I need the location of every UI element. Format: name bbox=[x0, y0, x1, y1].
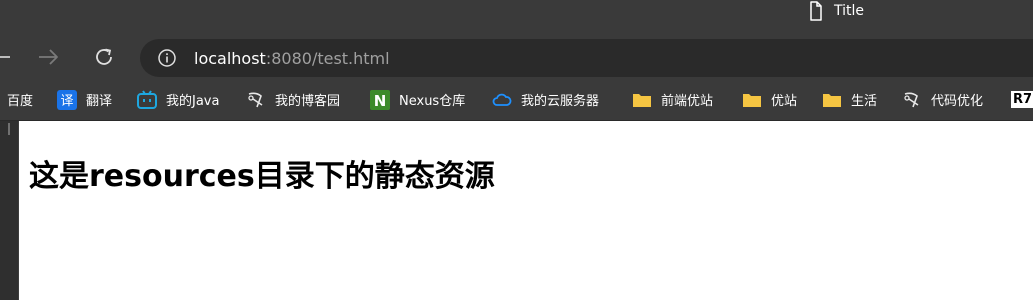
bookmark-code-optimize[interactable]: 代码优化 bbox=[902, 79, 983, 120]
bookmark-folder-sites[interactable]: 优站 bbox=[742, 79, 797, 120]
bookmark-r7[interactable]: R7 bbox=[1011, 79, 1033, 120]
bookmark-my-blog[interactable]: 我的博客园 bbox=[246, 79, 340, 120]
cnblogs-icon bbox=[902, 90, 922, 110]
bookmarks-bar: 百度 译 翻译 我的Java 我的博客园 N Nexus仓库 我的云服务器 前端 bbox=[0, 79, 1033, 120]
bookmark-label: 代码优化 bbox=[931, 94, 984, 109]
tab-title[interactable]: Title bbox=[800, 0, 864, 22]
back-button[interactable] bbox=[0, 45, 14, 73]
url-text[interactable]: localhost:8080/test.html bbox=[194, 49, 390, 68]
document-icon bbox=[800, 1, 822, 21]
url-host: localhost bbox=[194, 48, 266, 68]
forward-button[interactable] bbox=[34, 45, 62, 73]
bookmark-folder-frontend[interactable]: 前端优站 bbox=[632, 79, 713, 120]
page-content: 这是resources目录下的静态资源 bbox=[19, 121, 1033, 300]
bookmark-label: 翻译 bbox=[86, 94, 113, 109]
info-icon[interactable] bbox=[157, 48, 177, 68]
reload-icon bbox=[92, 45, 116, 73]
bookmark-label: Nexus仓库 bbox=[399, 94, 466, 109]
folder-icon bbox=[822, 90, 842, 110]
browser-toolbar: localhost:8080/test.html bbox=[0, 38, 1033, 79]
address-bar[interactable]: localhost:8080/test.html bbox=[140, 39, 1033, 77]
bookmark-label: 优站 bbox=[771, 94, 798, 109]
bookmark-baidu[interactable]: 百度 bbox=[7, 79, 33, 120]
page-heading: 这是resources目录下的静态资源 bbox=[29, 159, 495, 194]
bookmark-label: 我的博客园 bbox=[275, 94, 341, 109]
tab-label: Title bbox=[834, 3, 865, 19]
title-bar: Title bbox=[0, 0, 1033, 38]
bilibili-icon bbox=[137, 89, 157, 110]
bookmark-my-java[interactable]: 我的Java bbox=[137, 79, 219, 120]
bookmark-label: 前端优站 bbox=[661, 94, 714, 109]
bookmark-label: 我的云服务器 bbox=[521, 94, 600, 109]
svg-text:N: N bbox=[374, 92, 387, 110]
bookmark-label: 生活 bbox=[851, 94, 878, 109]
reload-button[interactable] bbox=[90, 45, 118, 73]
url-path: :8080/test.html bbox=[265, 48, 390, 68]
bookmark-translate[interactable]: 译 翻译 bbox=[57, 79, 112, 120]
bookmark-label: 百度 bbox=[7, 94, 34, 109]
bookmark-cloud-server[interactable]: 我的云服务器 bbox=[492, 79, 599, 120]
forward-arrow-icon bbox=[36, 45, 60, 73]
side-panel-marker bbox=[8, 123, 10, 135]
bookmark-folder-life[interactable]: 生活 bbox=[822, 79, 877, 120]
back-arrow-icon bbox=[0, 45, 12, 73]
bookmark-label: 我的Java bbox=[166, 94, 220, 109]
nexus-icon: N bbox=[370, 89, 390, 110]
svg-text:译: 译 bbox=[60, 94, 73, 109]
side-panel-strip bbox=[0, 121, 19, 300]
bookmark-label: R7 bbox=[1011, 91, 1033, 108]
cloud-icon bbox=[492, 90, 512, 110]
folder-icon bbox=[742, 90, 762, 110]
bookmark-nexus[interactable]: N Nexus仓库 bbox=[370, 79, 465, 120]
translate-icon: 译 bbox=[57, 89, 77, 110]
cnblogs-icon bbox=[246, 90, 266, 110]
folder-icon bbox=[632, 90, 652, 110]
